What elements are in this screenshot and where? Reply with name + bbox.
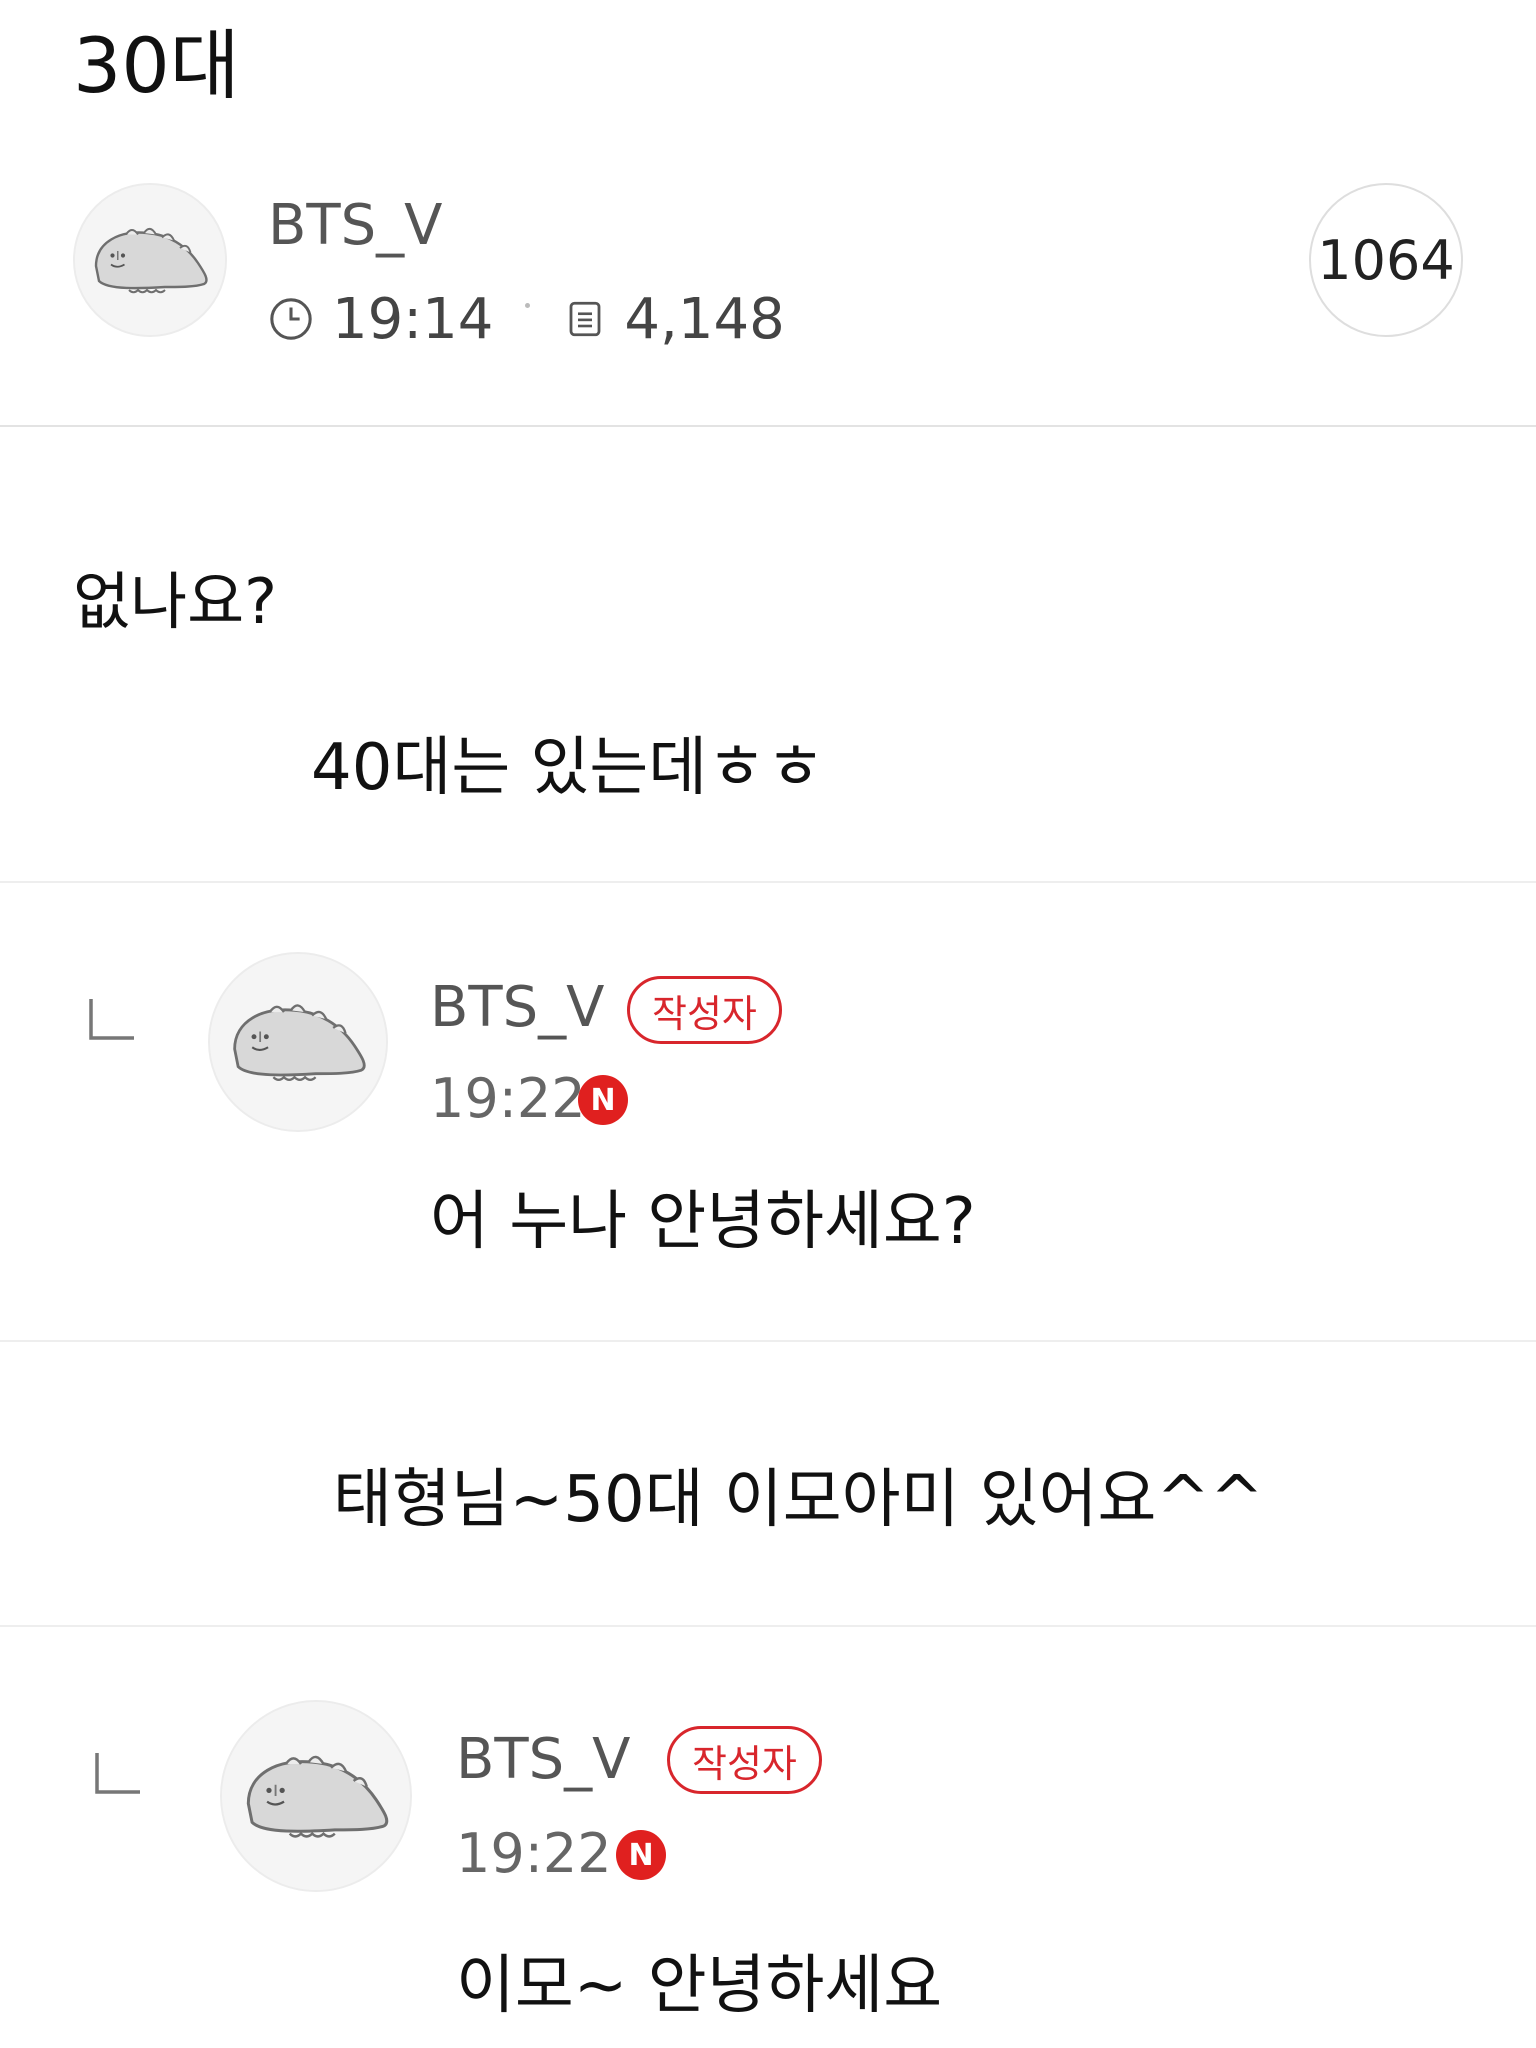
reply-text: 이모~ 안녕하세요 [456,1949,943,2023]
new-badge: N [578,1075,628,1125]
view-count: 4,148 [624,286,785,352]
comment-divider [0,1625,1536,1627]
reply-avatar[interactable] [220,1700,412,1892]
document-icon [564,298,606,340]
reply-time: 19:22 [456,1822,612,1885]
author-name[interactable]: BTS_V [268,198,442,254]
comment-count-button[interactable]: 1064 [1309,183,1463,337]
writer-badge: 작성자 [667,1726,822,1794]
reply-time: 19:22 [430,1067,586,1130]
clock-icon [268,296,314,342]
reply-indent-icon [88,999,134,1041]
comment-divider [0,1340,1536,1342]
author-avatar[interactable] [73,183,227,337]
reply-text: 어 누나 안녕하세요? [430,1185,976,1259]
comment-divider [0,881,1536,883]
comment-text: 40대는 있는데ㅎㅎ [311,731,825,805]
reply-indent-icon [94,1753,140,1795]
post-time: 19:14 [332,286,494,352]
meta-separator [525,302,531,308]
dinosaur-avatar-icon [210,954,386,1130]
new-badge: N [616,1830,666,1880]
post-title: 30대 [73,21,240,110]
post-body: 없나요? [73,565,278,638]
post-meta: 19:14 4,148 [268,287,785,352]
writer-badge: 작성자 [627,976,782,1044]
header-divider [0,425,1536,427]
reply-author-name[interactable]: BTS_V [456,1732,630,1788]
comment-text: 태형님~50대 이모아미 있어요^^ [333,1463,1264,1537]
reply-author-name[interactable]: BTS_V [430,980,604,1036]
reply-avatar[interactable] [208,952,388,1132]
dinosaur-avatar-icon [222,1702,410,1890]
dinosaur-avatar-icon [75,185,225,335]
